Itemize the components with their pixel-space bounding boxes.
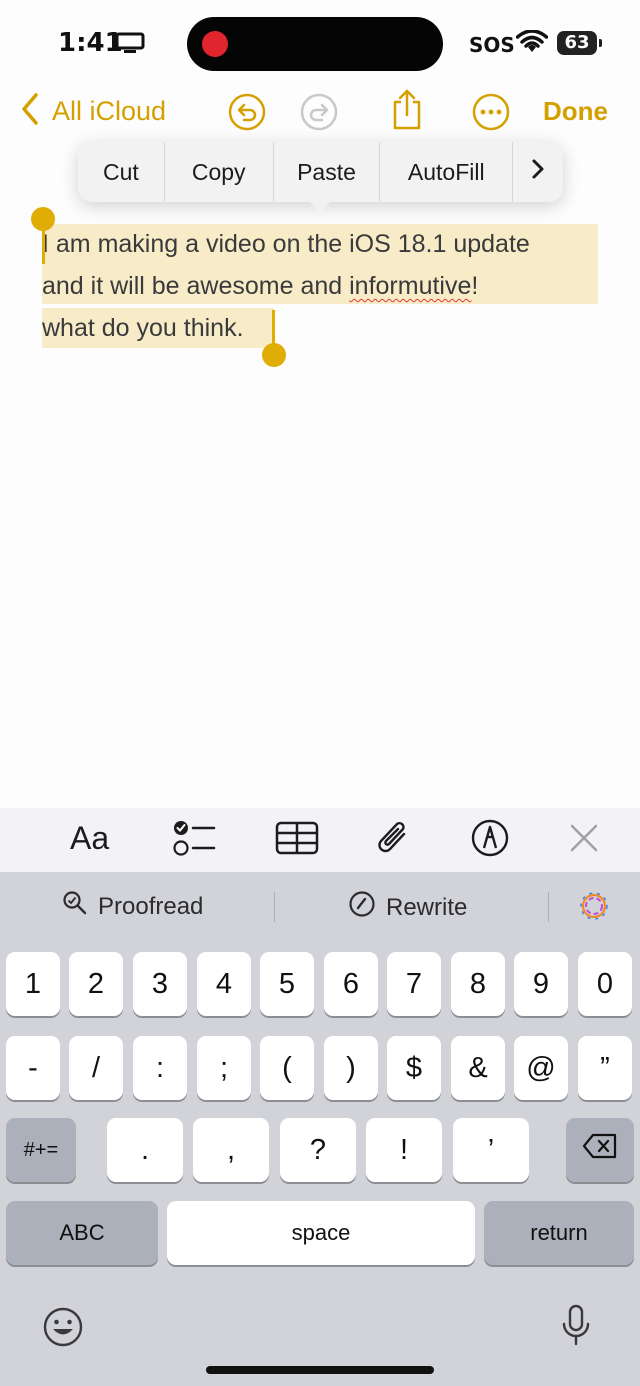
undo-icon[interactable]	[227, 92, 267, 132]
back-label: All iCloud	[52, 96, 167, 126]
key-at[interactable]: @	[514, 1036, 568, 1100]
chevron-left-icon	[20, 92, 40, 131]
search-icon	[62, 890, 88, 923]
key-question[interactable]: ?	[280, 1118, 356, 1182]
markup-icon[interactable]	[470, 818, 510, 858]
close-icon[interactable]	[568, 818, 600, 858]
chevron-right-icon	[531, 158, 545, 186]
key-8[interactable]: 8	[451, 952, 505, 1016]
key-9[interactable]: 9	[514, 952, 568, 1016]
key-7[interactable]: 7	[387, 952, 441, 1016]
selection-start-bar	[42, 228, 45, 264]
key-period[interactable]: .	[107, 1118, 183, 1182]
key-ampersand[interactable]: &	[451, 1036, 505, 1100]
misspelled-word[interactable]: informutive	[349, 272, 471, 300]
edit-menu: Cut Copy Paste AutoFill	[78, 142, 563, 202]
proofread-button[interactable]: Proofread	[62, 890, 203, 923]
abc-key[interactable]: ABC	[6, 1201, 158, 1265]
delete-key[interactable]	[566, 1118, 634, 1182]
space-key[interactable]: space	[167, 1201, 475, 1265]
cut-button[interactable]: Cut	[78, 142, 165, 202]
suggestion-divider	[274, 892, 275, 922]
key-5[interactable]: 5	[260, 952, 314, 1016]
selection-start-handle[interactable]	[31, 207, 55, 231]
sos-indicator: SOS	[469, 33, 515, 57]
key-1[interactable]: 1	[6, 952, 60, 1016]
screen-mirroring-icon	[115, 32, 145, 59]
key-6[interactable]: 6	[324, 952, 378, 1016]
suggestion-divider	[548, 892, 549, 922]
paste-button[interactable]: Paste	[274, 142, 381, 202]
key-hyphen[interactable]: -	[6, 1036, 60, 1100]
key-exclamation[interactable]: !	[366, 1118, 442, 1182]
redo-icon[interactable]	[299, 92, 339, 132]
note-line-2[interactable]: and it will be awesome and informutive!	[42, 266, 478, 306]
note-line-1[interactable]: I am making a video on the iOS 18.1 upda…	[42, 224, 530, 264]
microphone-icon[interactable]	[560, 1304, 592, 1353]
emoji-icon[interactable]	[42, 1306, 84, 1353]
key-slash[interactable]: /	[69, 1036, 123, 1100]
table-icon[interactable]	[275, 818, 319, 858]
return-key[interactable]: return	[484, 1201, 634, 1265]
home-indicator[interactable]	[206, 1366, 434, 1374]
rewrite-icon	[348, 890, 376, 925]
key-4[interactable]: 4	[197, 952, 251, 1016]
apple-intelligence-icon[interactable]	[578, 890, 610, 927]
checklist-icon[interactable]	[172, 818, 216, 858]
format-button[interactable]: Aa	[70, 818, 109, 858]
edit-menu-pointer	[308, 200, 332, 212]
back-button[interactable]: All iCloud	[20, 92, 166, 131]
key-2[interactable]: 2	[69, 952, 123, 1016]
key-apostrophe[interactable]: ’	[453, 1118, 529, 1182]
menu-next-button[interactable]	[513, 142, 563, 202]
key-close-paren[interactable]: )	[324, 1036, 378, 1100]
key-3[interactable]: 3	[133, 952, 187, 1016]
copy-button[interactable]: Copy	[165, 142, 274, 202]
attachment-icon[interactable]	[376, 818, 412, 858]
recording-indicator	[202, 31, 228, 57]
key-semicolon[interactable]: ;	[197, 1036, 251, 1100]
symbols-key[interactable]: #+=	[6, 1118, 76, 1182]
more-icon[interactable]	[471, 92, 511, 132]
key-quote[interactable]: ”	[578, 1036, 632, 1100]
share-icon[interactable]	[387, 88, 427, 130]
key-dollar[interactable]: $	[387, 1036, 441, 1100]
delete-icon	[582, 1133, 618, 1167]
autofill-button[interactable]: AutoFill	[380, 142, 514, 202]
selection-end-bar	[272, 310, 275, 346]
key-colon[interactable]: :	[133, 1036, 187, 1100]
done-button[interactable]: Done	[543, 96, 608, 127]
rewrite-button[interactable]: Rewrite	[348, 890, 467, 925]
selection-end-handle[interactable]	[262, 343, 286, 367]
key-comma[interactable]: ,	[193, 1118, 269, 1182]
battery-indicator: 63	[557, 31, 602, 55]
status-time: 1:41	[58, 28, 123, 58]
note-line-3[interactable]: what do you think.	[42, 308, 244, 348]
key-0[interactable]: 0	[578, 952, 632, 1016]
key-open-paren[interactable]: (	[260, 1036, 314, 1100]
wifi-icon	[515, 29, 549, 59]
